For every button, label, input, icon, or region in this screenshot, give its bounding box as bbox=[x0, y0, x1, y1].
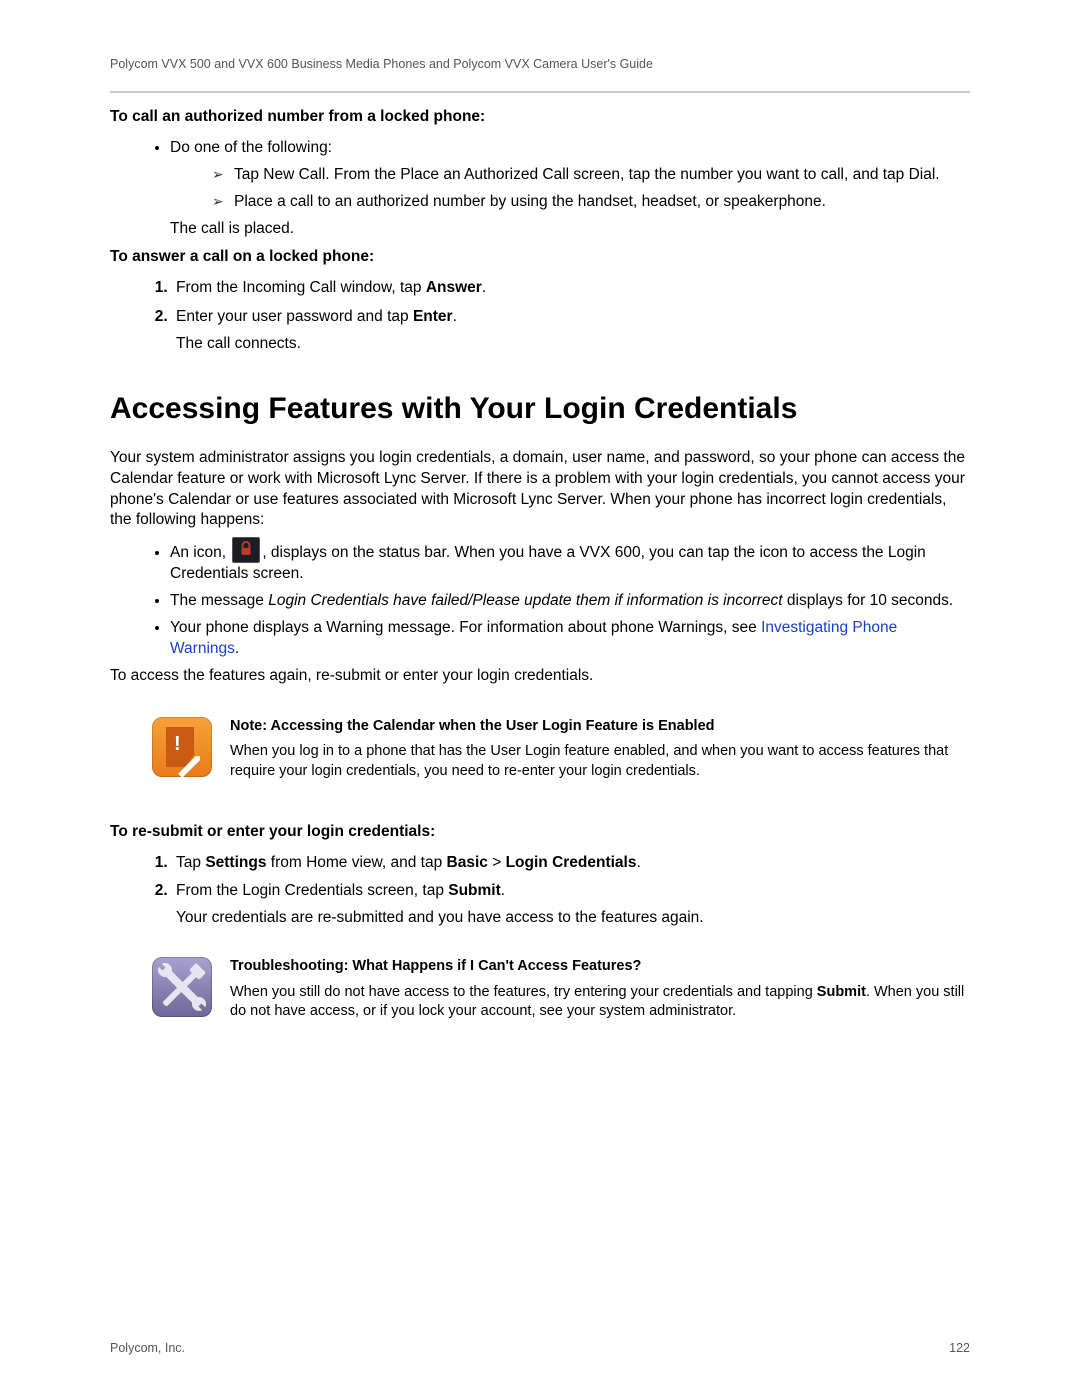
note-callout: Note: Accessing the Calendar when the Us… bbox=[152, 717, 970, 782]
sub-list-item: Tap New Call. From the Place an Authoriz… bbox=[212, 165, 970, 186]
troubleshooting-text: When you still do not have access to the… bbox=[230, 983, 970, 1022]
running-header: Polycom VVX 500 and VVX 600 Business Med… bbox=[110, 56, 970, 73]
settings-label: Settings bbox=[205, 854, 266, 871]
list-item: An icon, , displays on the status bar. W… bbox=[170, 537, 970, 585]
page-footer: Polycom, Inc. 122 bbox=[110, 1340, 970, 1357]
step-text: From the Incoming Call window, tap bbox=[176, 279, 426, 296]
step-item: Enter your user password and tap Enter. … bbox=[172, 307, 970, 355]
note-text: When you log in to a phone that has the … bbox=[230, 742, 970, 781]
text: From the Login Credentials screen, tap bbox=[176, 882, 448, 899]
page: Polycom VVX 500 and VVX 600 Business Med… bbox=[0, 0, 1080, 1397]
text: Your phone displays a Warning message. F… bbox=[170, 619, 761, 636]
text: An icon, bbox=[170, 544, 230, 561]
numbered-list: Tap Settings from Home view, and tap Bas… bbox=[110, 853, 970, 930]
text: When you still do not have access to the… bbox=[230, 984, 817, 1000]
tools-icon bbox=[152, 957, 212, 1017]
paragraph: To access the features again, re-submit … bbox=[110, 666, 970, 687]
text: , displays on the status bar. When you h… bbox=[170, 544, 926, 582]
text: displays for 10 seconds. bbox=[783, 592, 954, 609]
numbered-list: From the Incoming Call window, tap Answe… bbox=[110, 278, 970, 355]
answer-label: Answer bbox=[426, 279, 482, 296]
list-item-text: Do one of the following: bbox=[170, 139, 332, 156]
footer-company: Polycom, Inc. bbox=[110, 1340, 185, 1357]
note-body: Note: Accessing the Calendar when the Us… bbox=[230, 717, 970, 782]
text: > bbox=[488, 854, 506, 871]
list-item: The message Login Credentials have faile… bbox=[170, 591, 970, 612]
login-credentials-label: Login Credentials bbox=[506, 854, 637, 871]
note-title: Note: Accessing the Calendar when the Us… bbox=[230, 717, 970, 737]
step-item: From the Login Credentials screen, tap S… bbox=[172, 881, 970, 929]
lock-icon bbox=[232, 537, 260, 563]
header-rule bbox=[110, 91, 970, 93]
text: Tap bbox=[176, 854, 205, 871]
step-item: Tap Settings from Home view, and tap Bas… bbox=[172, 853, 970, 874]
section-title-answer-locked: To answer a call on a locked phone: bbox=[110, 247, 970, 268]
basic-label: Basic bbox=[447, 854, 488, 871]
text: The message bbox=[170, 592, 268, 609]
troubleshooting-callout: Troubleshooting: What Happens if I Can't… bbox=[152, 957, 970, 1022]
step-text: Enter your user password and tap bbox=[176, 308, 413, 325]
result-text: Your credentials are re-submitted and yo… bbox=[176, 908, 970, 929]
note-icon bbox=[152, 717, 212, 777]
step-item: From the Incoming Call window, tap Answe… bbox=[172, 278, 970, 299]
bullet-list: An icon, , displays on the status bar. W… bbox=[110, 537, 970, 660]
page-heading: Accessing Features with Your Login Crede… bbox=[110, 389, 970, 430]
text: from Home view, and tap bbox=[266, 854, 446, 871]
enter-label: Enter bbox=[413, 308, 453, 325]
submit-label: Submit bbox=[448, 882, 501, 899]
result-text: The call connects. bbox=[176, 334, 970, 355]
footer-page-number: 122 bbox=[949, 1340, 970, 1357]
result-text: The call is placed. bbox=[170, 219, 970, 240]
sub-list-item: Place a call to an authorized number by … bbox=[212, 192, 970, 213]
section-title-call-locked: To call an authorized number from a lock… bbox=[110, 107, 970, 128]
section-title-resubmit: To re-submit or enter your login credent… bbox=[110, 822, 970, 843]
list-item: Your phone displays a Warning message. F… bbox=[170, 618, 970, 660]
sub-list: Tap New Call. From the Place an Authoriz… bbox=[170, 165, 970, 213]
list-item: Do one of the following: Tap New Call. F… bbox=[170, 138, 970, 240]
intro-paragraph: Your system administrator assigns you lo… bbox=[110, 448, 970, 532]
italic-message: Login Credentials have failed/Please upd… bbox=[268, 592, 782, 609]
bullet-list: Do one of the following: Tap New Call. F… bbox=[110, 138, 970, 240]
submit-label: Submit bbox=[817, 984, 866, 1000]
troubleshooting-body: Troubleshooting: What Happens if I Can't… bbox=[230, 957, 970, 1022]
troubleshooting-title: Troubleshooting: What Happens if I Can't… bbox=[230, 957, 970, 977]
